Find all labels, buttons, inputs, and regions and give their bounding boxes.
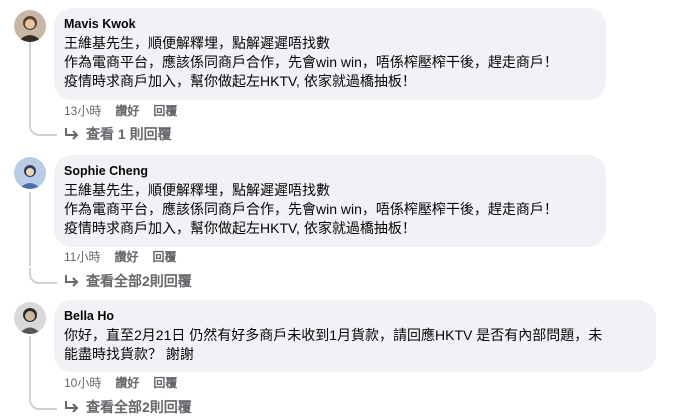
reply-button[interactable]: 回覆 [153,375,177,391]
avatar-photo-icon [14,157,46,189]
comment-author[interactable]: Sophie Cheng [64,163,594,179]
comment-timestamp[interactable]: 10小時 [64,375,101,391]
comment-text: 能盡時找貨款？ 謝謝 [64,346,194,362]
comment-actions: 11小時 讚好 回覆 [64,249,177,265]
comment-bubble: Bella Ho 你好，直至2月21日 仍然有好多商戶未收到1月貨款，請回應HK… [54,300,656,372]
thread-elbow [29,268,57,284]
reply-button[interactable]: 回覆 [153,103,177,119]
thread-line [29,192,31,266]
comment-actions: 13小時 讚好 回覆 [64,103,177,119]
reply-button[interactable]: 回覆 [152,249,176,265]
comment-text: 疫情時求商戶加入，幫你做起左HKTV, 依家就過橋抽板！ [64,73,416,89]
comment-author[interactable]: Bella Ho [64,308,644,324]
comment-author[interactable]: Mavis Kwok [64,16,594,32]
thread-elbow [29,120,57,136]
comment-text: 作為電商平台，應該係同商戶合作，先會win win，唔係榨壓榨干後，趕走商戶！ [64,201,558,217]
comment-timestamp[interactable]: 13小時 [64,103,101,119]
comment-actions: 10小時 讚好 回覆 [64,375,177,391]
reply-arrow-icon [65,275,79,287]
view-replies-label: 查看全部2則回覆 [86,273,192,289]
comment-text: 作為電商平台，應該係同商戶合作，先會win win，唔係榨壓榨干後，趕走商戶！ [64,54,558,70]
comment-text: 你好，直至2月21日 仍然有好多商戶未收到1月貨款，請回應HKTV 是否有內部問… [64,327,603,343]
avatar[interactable] [14,302,46,334]
comment-text: 王維基先生，順便解釋埋，點解遲遲唔找數 [64,35,330,51]
avatar-photo-icon [14,302,46,334]
reply-arrow-icon [65,401,79,413]
view-replies-label: 查看全部2則回覆 [86,399,192,415]
view-replies-label: 查看 1 則回覆 [86,126,172,142]
comment-text: 疫情時求商戶加入，幫你做起左HKTV, 依家就過橋抽板！ [64,220,416,236]
thread-line [29,336,31,396]
view-replies-button[interactable]: 查看 1 則回覆 [64,125,172,143]
thread-line [29,40,31,120]
view-replies-button[interactable]: 查看全部2則回覆 [64,272,192,290]
like-button[interactable]: 讚好 [115,375,139,391]
avatar-photo-icon [14,10,46,42]
like-button[interactable]: 讚好 [115,103,139,119]
reply-arrow-icon [65,128,79,140]
comment-bubble: Mavis Kwok 王維基先生，順便解釋埋，點解遲遲唔找數 作為電商平台，應該… [54,8,606,100]
comment-timestamp[interactable]: 11小時 [64,249,100,265]
avatar[interactable] [14,157,46,189]
thread-elbow [29,394,57,410]
like-button[interactable]: 讚好 [114,249,138,265]
avatar[interactable] [14,10,46,42]
comment-bubble: Sophie Cheng 王維基先生，順便解釋埋，點解遲遲唔找數 作為電商平台，… [54,155,606,247]
comment-text: 王維基先生，順便解釋埋，點解遲遲唔找數 [64,182,330,198]
view-replies-button[interactable]: 查看全部2則回覆 [64,398,192,416]
